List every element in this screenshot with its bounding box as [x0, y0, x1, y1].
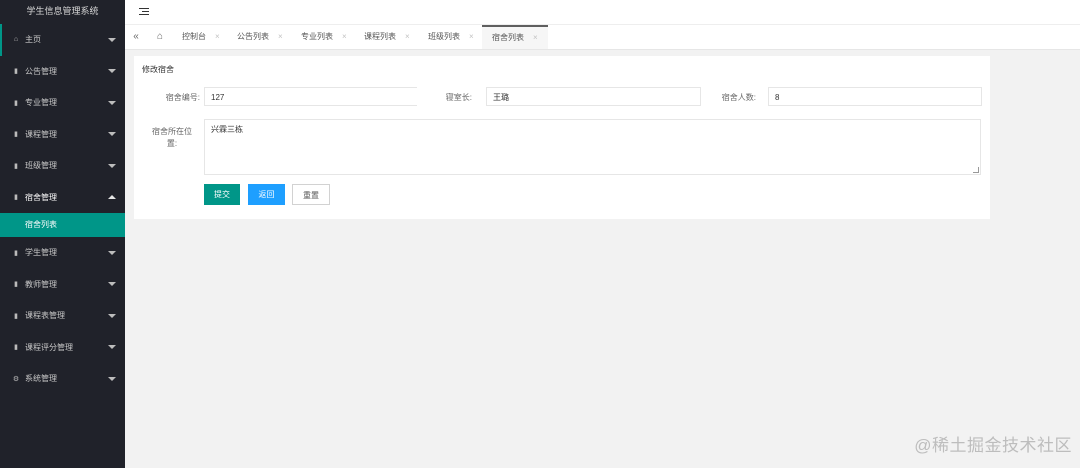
submit-button[interactable]: 提交: [204, 184, 240, 205]
sidebar-item-schedule[interactable]: ▮ 课程表管理: [0, 300, 125, 332]
chevron-down-icon: [108, 163, 116, 168]
sidebar-subitem-dorm-list[interactable]: 宿舍列表: [0, 213, 125, 237]
location-label: 宿舍所在位置:: [152, 127, 192, 148]
edit-dorm-form: 修改宿舍 宿舍编号: 127 寝室长: 王璐 宿舍人数: 8 宿舍所在位置: 兴…: [134, 56, 990, 219]
sidebar-item-student[interactable]: ▮ 学生管理: [0, 237, 125, 269]
close-icon[interactable]: ×: [342, 32, 347, 41]
tab-dashboard[interactable]: 控制台 ×: [182, 25, 220, 49]
back-button[interactable]: 返回: [248, 184, 285, 205]
sidebar-item-grading[interactable]: ▮ 课程评分管理: [0, 332, 125, 364]
header: [125, 0, 1080, 24]
sidebar-item-label: 公告管理: [25, 66, 57, 76]
chevron-down-icon: [108, 345, 116, 350]
tab-dorm-list[interactable]: 宿舍列表 ×: [482, 25, 548, 49]
tab-label: 班级列表: [428, 32, 460, 41]
sidebar: 学生信息管理系统 ⌂ 主页 ▮ 公告管理 ▮ 专业管理 ▮ 课程管理 ▮ 班级管…: [0, 0, 125, 468]
list-icon: ▮: [14, 131, 18, 139]
dorm-no-field[interactable]: 127: [204, 87, 417, 106]
home-icon: ⌂: [13, 36, 19, 44]
chevron-up-icon: [108, 195, 116, 200]
chevron-down-icon: [108, 282, 116, 287]
leader-field[interactable]: 王璐: [486, 87, 701, 106]
tab-label: 公告列表: [237, 32, 269, 41]
sidebar-item-teacher[interactable]: ▮ 教师管理: [0, 269, 125, 301]
reset-button[interactable]: 重置: [292, 184, 330, 205]
chevron-down-icon: [108, 100, 116, 105]
sidebar-item-home[interactable]: ⌂ 主页: [0, 24, 125, 56]
list-icon: ▮: [14, 281, 18, 289]
tab-label: 课程列表: [364, 32, 396, 41]
sidebar-item-label: 课程评分管理: [25, 342, 73, 352]
sidebar-item-label: 课程表管理: [25, 311, 65, 321]
close-icon[interactable]: ×: [533, 33, 538, 42]
dorm-no-label: 宿舍编号:: [165, 93, 200, 102]
sidebar-item-announcement[interactable]: ▮ 公告管理: [0, 56, 125, 88]
list-icon: ▮: [14, 194, 18, 202]
sidebar-item-class[interactable]: ▮ 班级管理: [0, 150, 125, 182]
list-icon: ▮: [14, 344, 18, 352]
list-icon: ▮: [14, 312, 18, 320]
app-title: 学生信息管理系统: [26, 6, 99, 16]
form-title: 修改宿舍: [142, 65, 174, 74]
close-icon[interactable]: ×: [405, 32, 410, 41]
chevron-down-icon: [108, 132, 116, 137]
close-icon[interactable]: ×: [278, 32, 283, 41]
count-field[interactable]: 8: [768, 87, 982, 106]
home-tab-icon[interactable]: ⌂: [147, 25, 173, 49]
chevron-down-icon: [108, 313, 116, 318]
chevron-down-icon: [108, 37, 116, 42]
location-textarea[interactable]: 兴霖三栋: [204, 119, 981, 175]
tab-label: 宿舍列表: [492, 33, 524, 42]
sidebar-item-dorm[interactable]: ▮ 宿舍管理: [0, 182, 125, 214]
tab-class-list[interactable]: 班级列表 ×: [428, 25, 474, 49]
sidebar-item-label: 班级管理: [25, 161, 57, 171]
location-value: 兴霖三栋: [211, 125, 243, 134]
chevron-down-icon: [108, 376, 116, 381]
tab-label: 控制台: [182, 32, 206, 41]
sidebar-item-label: 专业管理: [25, 98, 57, 108]
resize-handle-icon[interactable]: [973, 167, 979, 173]
sidebar-item-label: 教师管理: [25, 279, 57, 289]
count-label: 宿舍人数:: [721, 93, 756, 102]
sidebar-item-system[interactable]: ⚙ 系统管理: [0, 363, 125, 395]
tab-announcement-list[interactable]: 公告列表 ×: [237, 25, 283, 49]
sidebar-item-label: 课程管理: [25, 129, 57, 139]
sidebar-item-label: 主页: [25, 35, 41, 45]
close-icon[interactable]: ×: [215, 32, 220, 41]
list-icon: ▮: [14, 162, 18, 170]
tab-bar: « ⌂ 控制台 × 公告列表 × 专业列表 × 课程列表 × 班级列表 × 宿舍列表 ×: [125, 24, 1080, 50]
tab-label: 专业列表: [301, 32, 333, 41]
list-icon: ▮: [14, 249, 18, 257]
tab-course-list[interactable]: 课程列表 ×: [364, 25, 410, 49]
sidebar-item-label: 系统管理: [25, 374, 57, 384]
chevron-down-icon: [108, 69, 116, 74]
close-icon[interactable]: ×: [469, 32, 474, 41]
tab-major-list[interactable]: 专业列表 ×: [301, 25, 347, 49]
list-icon: ▮: [14, 68, 18, 76]
tabs-prev-icon[interactable]: «: [125, 25, 147, 49]
sidebar-item-major[interactable]: ▮ 专业管理: [0, 87, 125, 119]
chevron-down-icon: [108, 250, 116, 255]
menu-toggle-icon[interactable]: [139, 6, 149, 18]
leader-label: 寝室长:: [445, 93, 472, 102]
sidebar-item-label: 宿舍管理: [25, 192, 57, 202]
sidebar-item-label: 学生管理: [25, 248, 57, 258]
gear-icon: ⚙: [12, 375, 20, 383]
watermark: @稀土掘金技术社区: [914, 436, 1072, 455]
list-icon: ▮: [14, 99, 18, 107]
sidebar-item-course[interactable]: ▮ 课程管理: [0, 119, 125, 151]
